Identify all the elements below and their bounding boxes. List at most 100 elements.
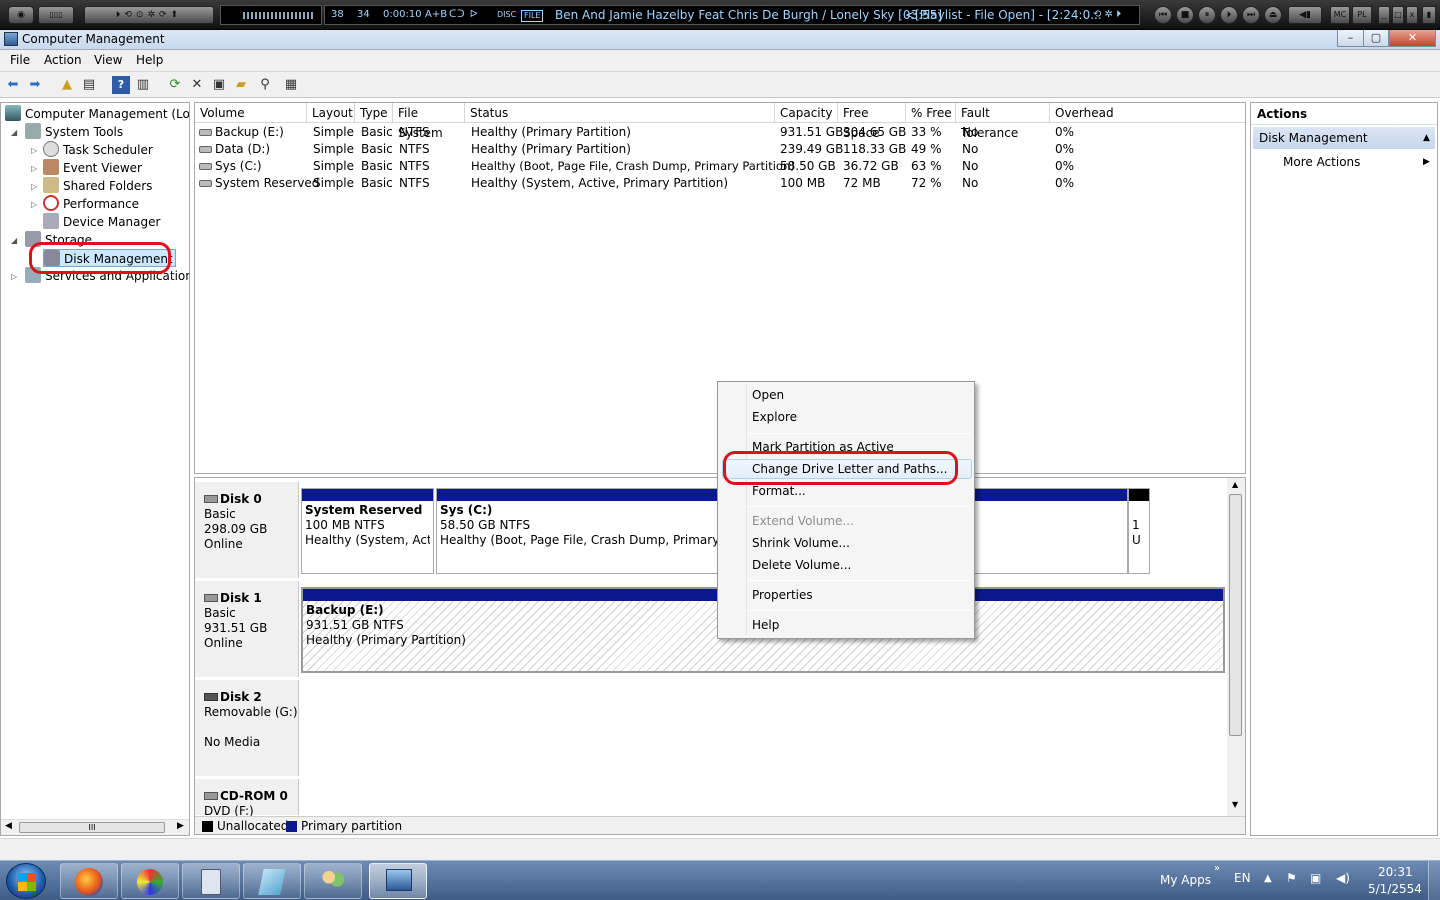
help-icon[interactable]: ? [112, 76, 130, 94]
menu-open[interactable]: Open [752, 387, 784, 403]
col-header-layout[interactable]: Layout [307, 103, 355, 123]
scroll-right-icon[interactable]: ▶ [177, 821, 184, 831]
tree-device-manager[interactable]: Device Manager [43, 213, 160, 231]
users-taskbar-button[interactable] [304, 863, 362, 899]
tree-event-viewer[interactable]: Event Viewer [43, 159, 142, 177]
player-next-icon[interactable]: ⏭ [1242, 6, 1260, 24]
menu-explore[interactable]: Explore [752, 409, 797, 425]
actions-section-disk-management[interactable]: Disk Management ▲ [1253, 127, 1435, 149]
table-row[interactable]: Backup (E:) Simple Basic NTFS Healthy (P… [195, 124, 1245, 141]
menu-delete-volume[interactable]: Delete Volume... [752, 557, 851, 573]
expand-arrow-icon[interactable]: ▷ [31, 146, 37, 155]
delete-icon[interactable]: ✕ [188, 76, 206, 94]
show-hide-action-pane-icon[interactable]: ▥ [134, 76, 152, 94]
player-open-icon[interactable]: ⏏ [1264, 6, 1282, 24]
col-header-status[interactable]: Status [465, 103, 775, 123]
tree-root[interactable]: Computer Management (Local [5, 105, 189, 123]
tree-system-tools[interactable]: System Tools [25, 123, 123, 141]
settings-icon[interactable]: ▦ [282, 76, 300, 94]
menu-view[interactable]: View [94, 53, 122, 67]
table-row[interactable]: System Reserved Simple Basic NTFS Health… [195, 175, 1245, 192]
tree-hscrollbar[interactable]: ◀ III ▶ [1, 819, 189, 835]
tray-clock-date[interactable]: 5/1/2554 [1368, 882, 1422, 896]
minimize-button[interactable]: – [1337, 30, 1364, 47]
disk-vscrollbar[interactable]: ▲ ▼ [1227, 478, 1245, 816]
expand-arrow-icon[interactable]: ▷ [31, 200, 37, 209]
search-icon[interactable]: ⚲ [256, 76, 274, 94]
player-repeat-icons[interactable]: ⟲ ✲ ⏵ [1093, 6, 1121, 24]
tray-clock-time[interactable]: 20:31 [1378, 865, 1413, 879]
disk2-info[interactable]: Disk 2 Removable (G:) No Media [195, 680, 299, 776]
col-header-free-space[interactable]: Free Space [838, 103, 906, 140]
player-close-icon[interactable]: x [1406, 6, 1418, 24]
show-hide-tree-icon[interactable]: ▤ [80, 76, 98, 94]
player-grip-icon[interactable]: ▮ [1422, 6, 1436, 24]
player-mc-button[interactable]: MC [1330, 6, 1350, 24]
player-minimize-icon[interactable]: _ [1378, 6, 1390, 24]
player-pause-icon[interactable]: ⏸ [1198, 6, 1216, 24]
collapse-arrow-icon[interactable]: ◢ [11, 236, 17, 245]
cdrom0-info[interactable]: CD-ROM 0 DVD (F:) [195, 779, 299, 818]
menu-help[interactable]: Help [136, 53, 163, 67]
window-titlebar[interactable]: Computer Management – ▢ ✕ [0, 30, 1440, 50]
player-menu-buttons[interactable]: ▯▯▯ [38, 6, 74, 24]
tray-language[interactable]: EN [1234, 871, 1251, 885]
col-header-capacity[interactable]: Capacity [775, 103, 838, 123]
collapse-arrow-icon[interactable]: ◢ [11, 128, 17, 137]
menu-format[interactable]: Format... [752, 483, 806, 499]
col-header-filesystem[interactable]: File System [393, 103, 465, 140]
network-icon[interactable]: ▣ [1310, 871, 1321, 885]
forward-icon[interactable]: ➡ [26, 76, 44, 94]
volume-icon[interactable]: ◀) [1336, 871, 1350, 885]
back-icon[interactable]: ⬅ [4, 76, 22, 94]
expand-arrow-icon[interactable]: ▷ [31, 182, 37, 191]
collapse-up-icon[interactable]: ▲ [1423, 127, 1430, 149]
tray-my-apps[interactable]: My Apps [1160, 873, 1211, 887]
player-logo-icon[interactable]: ◉ [8, 6, 34, 24]
show-desktop-button[interactable] [1428, 861, 1440, 900]
partition-unallocated[interactable]: 1 U [1128, 488, 1150, 574]
notepad-taskbar-button[interactable] [243, 863, 301, 899]
firefox-taskbar-button[interactable] [60, 863, 118, 899]
tree-task-scheduler[interactable]: Task Scheduler [43, 141, 153, 159]
menu-file[interactable]: File [10, 53, 30, 67]
table-row[interactable]: Sys (C:) Simple Basic NTFS Healthy (Boot… [195, 158, 1245, 175]
menu-action[interactable]: Action [44, 53, 82, 67]
scroll-down-icon[interactable]: ▼ [1232, 800, 1238, 809]
disk0-info[interactable]: Disk 0 Basic 298.09 GB Online [195, 482, 299, 578]
player-stop-icon[interactable]: ■ [1176, 6, 1194, 24]
col-header-fault-tolerance[interactable]: Fault Tolerance [956, 103, 1050, 140]
action-center-flag-icon[interactable]: ⚑ [1286, 871, 1297, 885]
col-header-type[interactable]: Type [355, 103, 393, 123]
toolbar-expand-icon[interactable]: » [1214, 863, 1220, 874]
disk1-info[interactable]: Disk 1 Basic 931.51 GB Online [195, 581, 299, 677]
tray-show-hidden-icon[interactable]: ▲ [1264, 873, 1272, 884]
col-header-overhead[interactable]: Overhead [1050, 103, 1245, 123]
paint-taskbar-button[interactable] [121, 863, 179, 899]
expand-arrow-icon[interactable]: ▷ [31, 164, 37, 173]
scroll-left-icon[interactable]: ◀ [5, 821, 12, 831]
col-header-volume[interactable]: Volume [195, 103, 307, 123]
player-play-icon[interactable]: ⏵ [1220, 6, 1238, 24]
player-control-icons[interactable]: ⏵⟲⊙✲⟳⬆ [84, 6, 214, 24]
more-actions-item[interactable]: More Actions ▶ [1253, 151, 1435, 173]
maximize-button[interactable]: ▢ [1363, 30, 1389, 47]
tree-performance[interactable]: Performance [43, 195, 139, 213]
menu-shrink-volume[interactable]: Shrink Volume... [752, 535, 850, 551]
scroll-up-icon[interactable]: ▲ [1232, 480, 1238, 489]
close-button[interactable]: ✕ [1389, 30, 1436, 47]
player-volume-icon[interactable]: ◀▮ [1288, 6, 1322, 24]
calculator-taskbar-button[interactable] [182, 863, 240, 899]
app-icon[interactable] [4, 32, 18, 46]
player-pl-button[interactable]: PL [1352, 6, 1372, 24]
player-prev-icon[interactable]: ⏮ [1154, 6, 1172, 24]
scroll-thumb[interactable]: III [19, 822, 165, 833]
computer-management-taskbar-button[interactable] [369, 863, 427, 899]
tree-shared-folders[interactable]: Shared Folders [43, 177, 152, 195]
menu-properties[interactable]: Properties [752, 587, 813, 603]
refresh-icon[interactable]: ⟳ [166, 76, 184, 94]
col-header-percent-free[interactable]: % Free [906, 103, 956, 123]
open-icon[interactable]: ▰ [232, 76, 250, 94]
menu-help[interactable]: Help [752, 617, 779, 633]
expand-arrow-icon[interactable]: ▷ [11, 272, 17, 281]
